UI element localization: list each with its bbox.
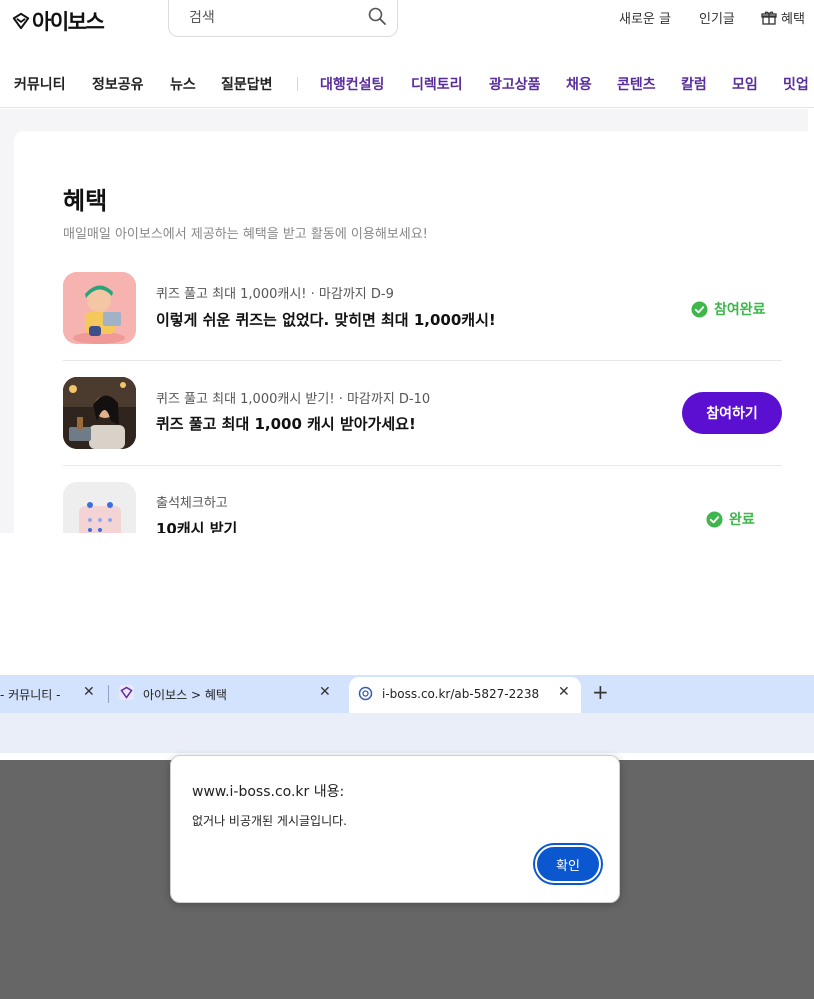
popular-link[interactable]: 인기글 <box>699 8 735 27</box>
nav-item-column[interactable]: 칼럼 <box>681 74 707 94</box>
check-circle-icon <box>691 300 708 318</box>
site-header: 아이보스 새로운 글 인기글 혜택 <box>0 0 814 50</box>
status-label: 완료 <box>729 512 755 528</box>
search-icon[interactable] <box>367 6 387 26</box>
quiz-thumbnail-2[interactable] <box>63 377 136 449</box>
nav-item-info-share[interactable]: 정보공유 <box>92 74 144 94</box>
attendance-thumbnail[interactable] <box>63 482 136 533</box>
page-subtitle: 매일매일 아이보스에서 제공하는 혜택을 받고 활동에 이용해보세요! <box>63 227 428 242</box>
nav-divider <box>297 77 298 91</box>
browser-tab-3-title[interactable]: i-boss.co.kr/ab-5827-2238 <box>382 687 539 701</box>
nav-item-directory[interactable]: 디렉토리 <box>411 74 463 94</box>
browser-tab-1[interactable] <box>0 0 100 38</box>
benefits-link[interactable]: 혜택 <box>761 8 805 27</box>
benefit-meta-3: 출석체크하고 <box>156 496 228 511</box>
status-completed: 완료 <box>706 509 755 529</box>
tab-close-icon[interactable]: ✕ <box>319 684 331 700</box>
browser-tab-1-title[interactable]: - 커뮤니티 - <box>0 686 60 703</box>
tab-close-icon[interactable]: ✕ <box>83 684 95 700</box>
search-box <box>168 0 398 37</box>
nav-item-meetings[interactable]: 모임 <box>732 74 758 94</box>
row-divider <box>63 360 782 361</box>
new-posts-link[interactable]: 새로운 글 <box>619 8 671 27</box>
quiz-illustration-image <box>63 272 136 344</box>
new-tab-button[interactable]: + <box>592 680 609 704</box>
nav-item-community[interactable]: 커뮤니티 <box>14 74 66 94</box>
benefit-title-1[interactable]: 이렇게 쉬운 퀴즈는 없었다. 맞히면 최대 1,000캐시! <box>156 309 496 330</box>
gift-icon <box>761 11 777 25</box>
status-label: 참여완료 <box>714 302 766 318</box>
nav-item-jobs[interactable]: 채용 <box>566 74 592 94</box>
nav-item-ad-products[interactable]: 광고상품 <box>489 74 541 94</box>
row-divider <box>63 465 782 466</box>
status-participated: 참여완료 <box>691 299 766 319</box>
tab-separator <box>108 685 109 703</box>
nav-item-qna[interactable]: 질문답변 <box>221 74 273 94</box>
iboss-favicon-icon <box>119 685 134 700</box>
nav-item-news[interactable]: 뉴스 <box>170 74 196 94</box>
nav-item-meetup[interactable]: 밋업 <box>783 74 809 94</box>
check-circle-icon <box>706 510 723 528</box>
dialog-message: 없거나 비공개된 게시글입니다. <box>192 814 347 828</box>
loading-globe-icon <box>358 686 373 701</box>
participate-button[interactable]: 참여하기 <box>682 392 782 434</box>
browser-tab-2-title[interactable]: 아이보스 > 혜택 <box>143 686 227 703</box>
category-nav: 커뮤니티 정보공유 뉴스 질문답변 대행컨설팅 디렉토리 광고상품 채용 콘텐츠… <box>0 62 814 108</box>
benefit-title-3[interactable]: 10캐시 받기 <box>156 518 237 533</box>
alert-dialog: www.i-boss.co.kr 내용: 없거나 비공개된 게시글입니다. 확인 <box>170 755 620 903</box>
benefit-meta-1: 퀴즈 풀고 최대 1,000캐시! · 마감까지 D-9 <box>156 287 394 302</box>
nav-item-contents[interactable]: 콘텐츠 <box>617 74 656 94</box>
browser-toolbar <box>0 713 814 753</box>
benefit-title-2[interactable]: 퀴즈 풀고 최대 1,000 캐시 받아가세요! <box>156 413 416 434</box>
dialog-title: www.i-boss.co.kr 내용: <box>192 784 345 800</box>
row-3-clip: 출석체크하고 10캐시 받기 완료 <box>0 470 814 533</box>
nav-item-agency[interactable]: 대행컨설팅 <box>320 74 384 94</box>
search-input[interactable] <box>189 7 359 29</box>
page-title: 혜택 <box>63 187 108 215</box>
quiz-photo-image <box>63 377 136 449</box>
quiz-thumbnail-1[interactable] <box>63 272 136 344</box>
calendar-icon <box>63 482 136 533</box>
tab-close-icon[interactable]: ✕ <box>558 684 570 700</box>
dialog-ok-button[interactable]: 확인 <box>535 845 601 883</box>
benefit-meta-2: 퀴즈 풀고 최대 1,000캐시 받기! · 마감까지 D-10 <box>156 392 431 407</box>
benefits-link-label: 혜택 <box>781 12 805 27</box>
